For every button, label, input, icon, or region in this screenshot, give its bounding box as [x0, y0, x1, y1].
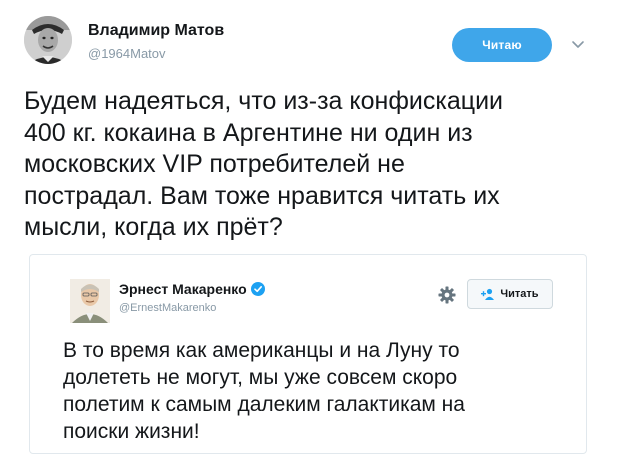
gear-icon[interactable] — [438, 286, 456, 304]
follow-button[interactable]: Читать — [467, 279, 553, 309]
quoted-author-handle[interactable]: @ErnestMakarenko — [119, 302, 216, 314]
user-avatar-photo — [24, 16, 72, 64]
chevron-down-icon[interactable] — [570, 36, 586, 52]
quoted-author-avatar[interactable] — [70, 279, 110, 323]
quoted-tweet-card[interactable]: Эрнест Макаренко @ErnestMakarenko Читать… — [29, 254, 587, 454]
author-avatar[interactable] — [24, 16, 72, 64]
user-avatar-photo — [70, 279, 110, 323]
tweet: Владимир Матов @1964Matov Читаю Будем на… — [0, 0, 618, 468]
quoted-author-name[interactable]: Эрнест Макаренко — [119, 281, 247, 297]
quoted-author-name-row: Эрнест Макаренко — [119, 281, 265, 297]
following-button[interactable]: Читаю — [452, 28, 552, 62]
person-plus-icon — [481, 288, 495, 300]
author-handle[interactable]: @1964Matov — [88, 46, 166, 61]
follow-label: Читать — [500, 288, 539, 300]
tweet-text: Будем надеяться, что из-за конфискации 4… — [24, 87, 504, 241]
verified-badge-icon — [250, 282, 265, 296]
quoted-tweet-text: В то время как американцы и на Луну то д… — [63, 339, 465, 443]
author-name[interactable]: Владимир Матов — [88, 22, 224, 40]
